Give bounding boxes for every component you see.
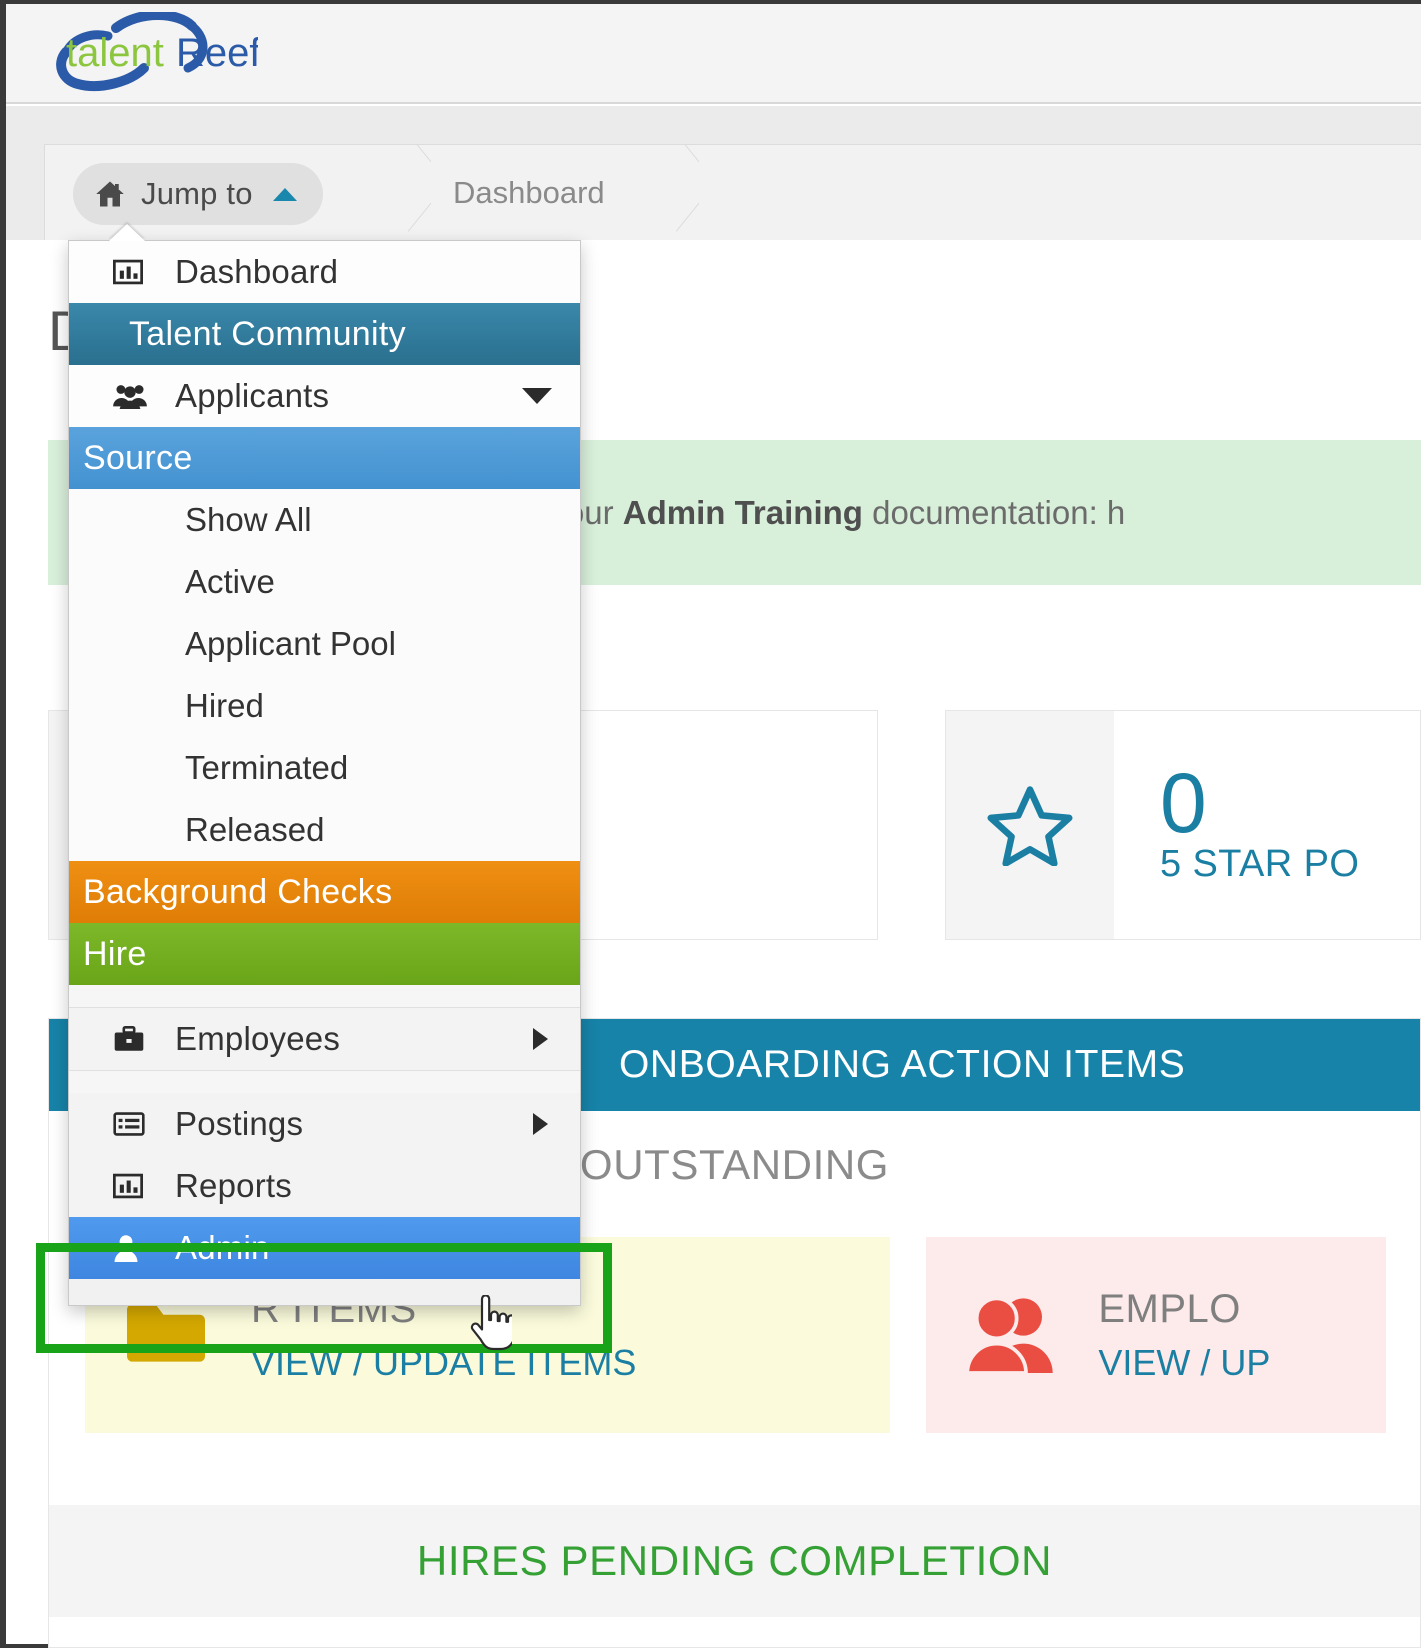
app-root: talent Reef Jump to Dashboard D eam revi… (0, 0, 1421, 1648)
chevron-right-icon (533, 1028, 548, 1050)
stat-card-5-star-body: 0 5 STAR PO (1114, 711, 1420, 939)
menu-header-background-checks[interactable]: Background Checks (69, 861, 580, 923)
stat-5-star-count: 0 (1160, 764, 1420, 844)
jump-to-label: Jump to (141, 176, 253, 212)
menu-spacer-1 (69, 985, 580, 1007)
tile-employees-title: EMPLO (1098, 1287, 1270, 1332)
menu-subitem-active-label: Active (185, 563, 275, 601)
menu-item-employees[interactable]: Employees (69, 1008, 580, 1070)
jump-to-dropdown-menu: Dashboard Talent Community Applicants (68, 240, 581, 1306)
menu-header-source[interactable]: Source (69, 427, 580, 489)
window-frame-left (0, 0, 6, 1648)
menu-subitem-applicant-pool[interactable]: Applicant Pool (69, 613, 580, 675)
svg-text:talent: talent (66, 31, 164, 75)
menu-subitem-released[interactable]: Released (69, 799, 580, 861)
menu-subitem-show-all[interactable]: Show All (69, 489, 580, 551)
tile-onboarding-items-link[interactable]: VIEW / UPDATE ITEMS (251, 1342, 636, 1384)
dropdown-pointer-nub (109, 224, 145, 241)
menu-item-admin-label: Admin (175, 1229, 270, 1267)
menu-subitem-terminated[interactable]: Terminated (69, 737, 580, 799)
menu-header-hire-label: Hire (83, 935, 147, 974)
svg-text:Reef: Reef (176, 31, 258, 75)
user-icon (113, 1234, 159, 1262)
menu-header-background-checks-label: Background Checks (83, 873, 392, 912)
tile-employees-link[interactable]: VIEW / UP (1098, 1342, 1270, 1384)
jump-to-button[interactable]: Jump to (73, 163, 323, 225)
breadcrumb-strip: Jump to Dashboard (6, 106, 1421, 240)
bar-chart-icon (113, 1172, 159, 1200)
stat-card-5-star-postings[interactable]: 0 5 STAR PO (945, 710, 1421, 940)
menu-subitem-released-label: Released (185, 811, 324, 849)
banner-text-post: documentation: h (863, 494, 1125, 531)
menu-spacer-2 (69, 1071, 580, 1093)
home-icon (95, 180, 125, 208)
menu-subitem-active[interactable]: Active (69, 551, 580, 613)
menu-subitem-applicant-pool-label: Applicant Pool (185, 625, 396, 663)
breadcrumb: Jump to Dashboard (44, 144, 1421, 240)
menu-header-source-label: Source (83, 439, 193, 478)
bar-chart-icon (113, 258, 159, 286)
menu-item-admin[interactable]: Admin (69, 1217, 580, 1279)
app-header: talent Reef (6, 4, 1421, 104)
tile-employees-texts: EMPLO VIEW / UP (1098, 1287, 1270, 1384)
hires-pending-completion-label: HIRES PENDING COMPLETION (49, 1505, 1420, 1617)
menu-header-talent-community[interactable]: Talent Community (69, 303, 580, 365)
breadcrumb-separator-1 (397, 145, 431, 241)
star-icon (946, 711, 1114, 939)
breadcrumb-separator-2 (665, 145, 699, 241)
banner-text-bold: Admin Training (623, 494, 863, 531)
chevron-down-icon (522, 388, 552, 404)
menu-item-dashboard[interactable]: Dashboard (69, 241, 580, 303)
menu-footer-strip (69, 1279, 580, 1305)
onboarding-panel-title: ONBOARDING ACTION ITEMS (619, 1043, 1185, 1087)
stat-5-star-label: 5 STAR PO (1160, 843, 1420, 886)
employees-icon (962, 1292, 1058, 1379)
users-icon (113, 383, 159, 409)
menu-item-postings-label: Postings (175, 1105, 303, 1143)
menu-item-dashboard-label: Dashboard (175, 253, 338, 291)
menu-item-applicants-label: Applicants (175, 377, 329, 415)
caret-up-icon (273, 188, 297, 201)
talentreef-logo[interactable]: talent Reef (48, 12, 258, 100)
menu-item-employees-label: Employees (175, 1020, 340, 1058)
breadcrumb-item-dashboard[interactable]: Dashboard (453, 145, 605, 241)
list-icon (113, 1111, 159, 1137)
menu-subitem-terminated-label: Terminated (185, 749, 348, 787)
menu-header-hire[interactable]: Hire (69, 923, 580, 985)
briefcase-icon (113, 1026, 159, 1052)
chevron-right-icon (533, 1113, 548, 1135)
menu-item-postings[interactable]: Postings (69, 1093, 580, 1155)
menu-subitem-show-all-label: Show All (185, 501, 312, 539)
menu-item-applicants[interactable]: Applicants (69, 365, 580, 427)
menu-subitem-hired[interactable]: Hired (69, 675, 580, 737)
menu-item-reports-label: Reports (175, 1167, 292, 1205)
menu-header-talent-community-label: Talent Community (129, 315, 406, 354)
menu-subitem-hired-label: Hired (185, 687, 264, 725)
tile-employees[interactable]: EMPLO VIEW / UP (926, 1237, 1386, 1433)
menu-item-reports[interactable]: Reports (69, 1155, 580, 1217)
